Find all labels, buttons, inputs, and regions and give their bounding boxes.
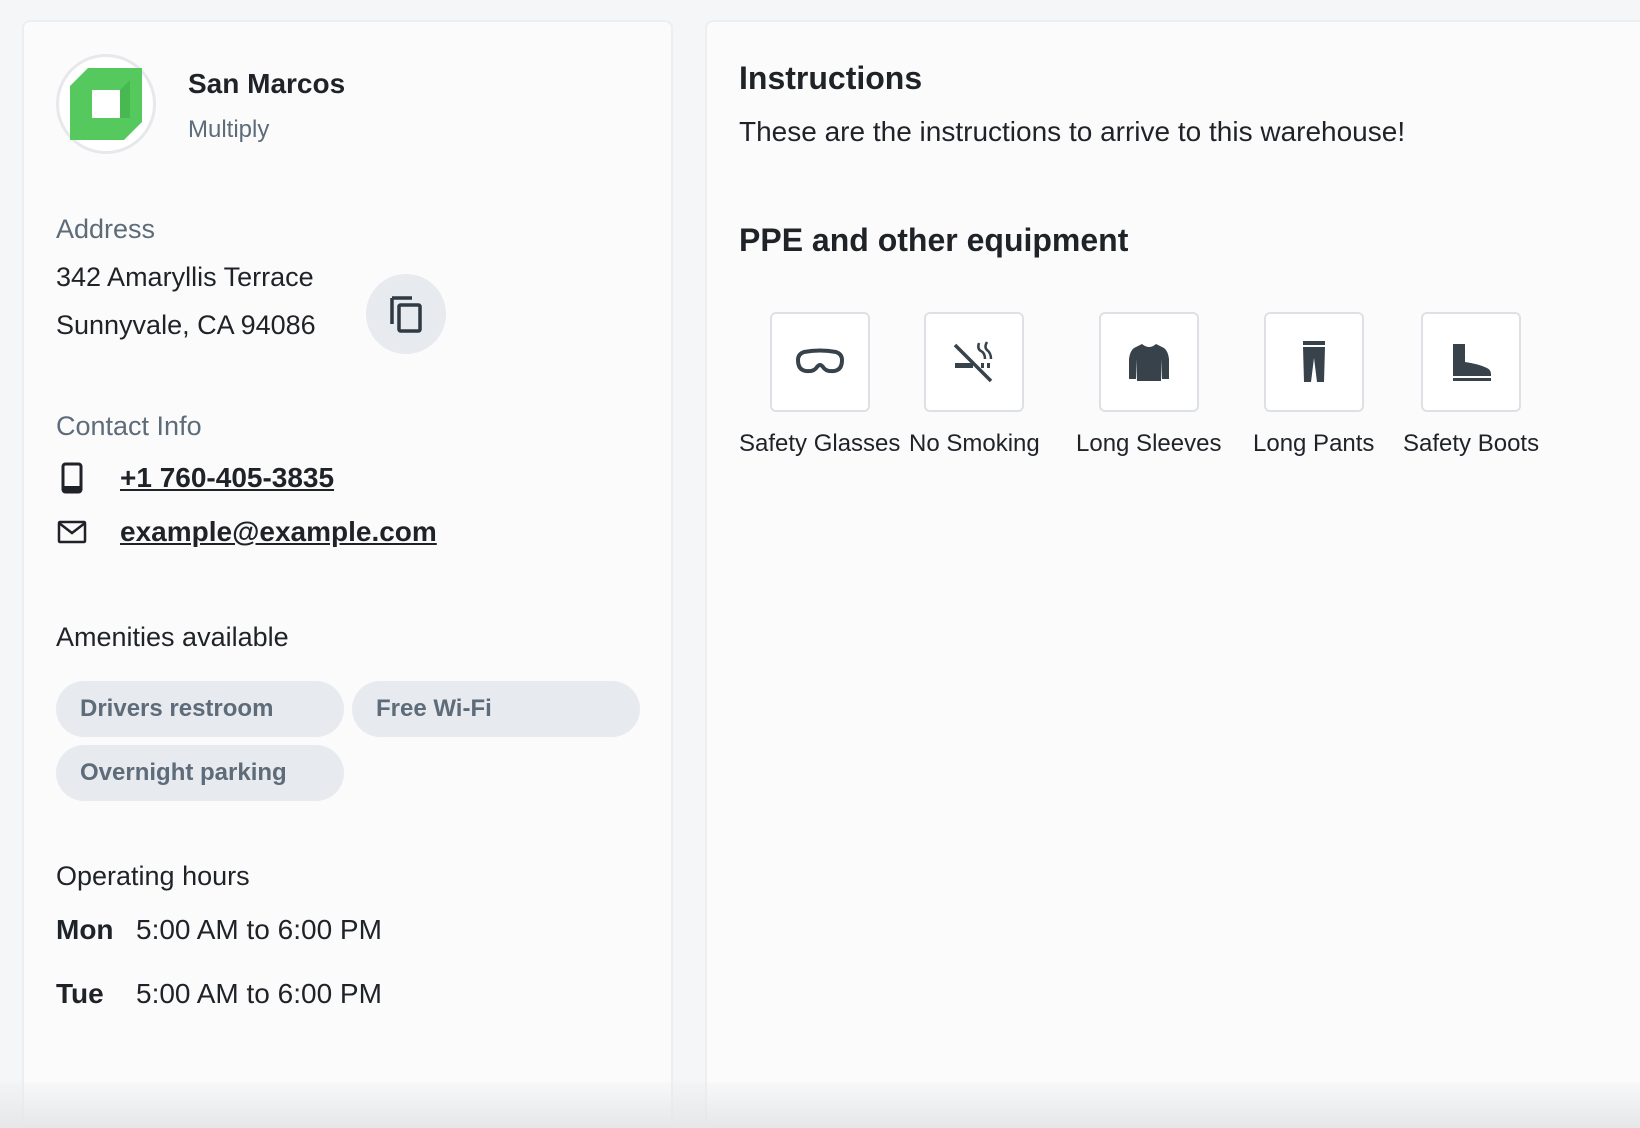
bottom-scroll-fade <box>0 1082 1640 1128</box>
ppe-label: Safety Glasses <box>739 430 901 457</box>
phone-icon <box>56 462 88 494</box>
long-sleeves-icon <box>1128 344 1169 381</box>
ppe-label: Long Pants <box>1253 430 1375 457</box>
hours-time: 5:00 AM to 6:00 PM <box>136 914 382 945</box>
address-line-1: 342 Amaryllis Terrace <box>56 262 314 292</box>
ppe-label: No Smoking <box>909 430 1040 457</box>
address-label: Address <box>56 214 156 244</box>
instructions-title: Instructions <box>739 60 923 96</box>
ppe-icon-box <box>1263 312 1364 412</box>
ppe-icon-box <box>1098 312 1199 412</box>
contact-info-label: Contact Info <box>56 411 202 441</box>
safety-boots-icon <box>1453 344 1492 381</box>
address-line-2: Sunnyvale, CA 94086 <box>56 310 316 340</box>
hours-row: Tue 5:00 AM to 6:00 PM <box>56 978 382 1010</box>
ppe-item-no-smoking: No Smoking <box>909 312 1040 458</box>
mail-icon <box>56 516 88 548</box>
ppe-icon-box <box>1421 312 1522 412</box>
company-name: Multiply <box>188 116 270 143</box>
instructions-text: These are the instructions to arrive to … <box>739 116 1406 147</box>
copy-icon <box>390 296 422 333</box>
ppe-title: PPE and other equipment <box>739 222 1129 258</box>
hours-day: Tue <box>56 978 104 1009</box>
company-logo <box>56 54 156 154</box>
ppe-icon-box <box>924 312 1025 412</box>
phone-row: +1 760-405-3835 <box>56 462 334 494</box>
operating-hours-label: Operating hours <box>56 861 250 891</box>
warehouse-details-panel: San Marcos Multiply Address 342 Amarylli… <box>22 20 673 1128</box>
hours-time: 5:00 AM to 6:00 PM <box>136 978 382 1009</box>
safety-glasses-icon <box>795 348 844 374</box>
instructions-panel: Instructions These are the instructions … <box>705 20 1640 1128</box>
warehouse-name: San Marcos <box>188 68 346 99</box>
ppe-label: Long Sleeves <box>1076 430 1222 457</box>
company-logo-icon <box>70 68 142 140</box>
hours-row: Mon 5:00 AM to 6:00 PM <box>56 914 382 946</box>
ppe-label: Safety Boots <box>1403 430 1540 457</box>
no-smoking-icon <box>954 341 993 383</box>
amenities-label: Amenities available <box>56 622 289 652</box>
email-row: example@example.com <box>56 516 437 548</box>
hours-day: Mon <box>56 914 114 945</box>
ppe-item-long-pants: Long Pants <box>1253 312 1374 458</box>
phone-link[interactable]: +1 760-405-3835 <box>120 462 334 494</box>
ppe-item-safety-glasses: Safety Glasses <box>739 312 900 458</box>
long-pants-icon <box>1302 341 1325 382</box>
amenity-chip: Free Wi-Fi <box>352 681 640 737</box>
ppe-item-long-sleeves: Long Sleeves <box>1076 312 1221 458</box>
email-link[interactable]: example@example.com <box>120 516 437 548</box>
ppe-icon-box <box>769 312 870 412</box>
ppe-item-safety-boots: Safety Boots <box>1403 312 1539 458</box>
copy-address-button[interactable] <box>366 274 446 354</box>
amenity-chip: Drivers restroom <box>56 681 344 737</box>
amenity-chip: Overnight parking <box>56 745 344 801</box>
